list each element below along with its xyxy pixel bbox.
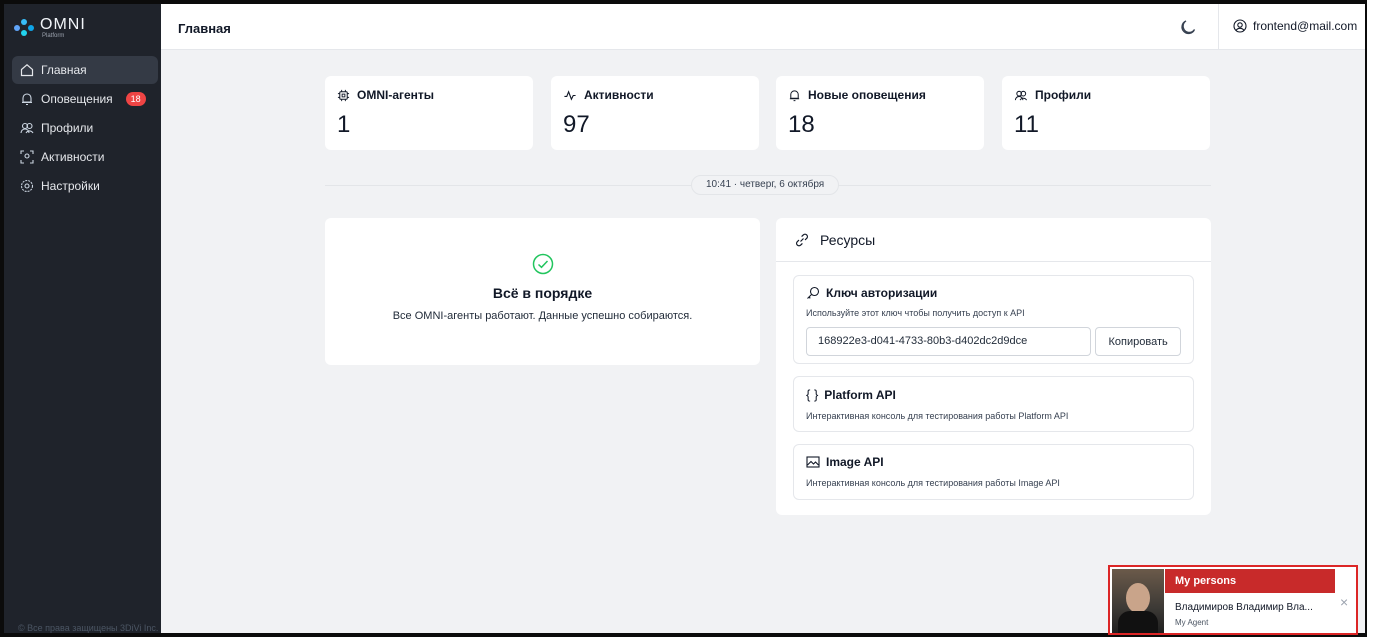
sidebar-item-notifications[interactable]: Оповещения 18 xyxy=(12,85,158,113)
sidebar-item-settings[interactable]: Настройки xyxy=(12,172,158,200)
home-icon xyxy=(20,63,34,77)
theme-toggle-button[interactable] xyxy=(1179,17,1199,37)
auth-key-field[interactable]: 168922e3-d041-4733-80b3-d402dc2d9dce xyxy=(806,327,1092,356)
stat-value: 11 xyxy=(1014,111,1039,138)
top-bar: Главная frontend@mail.com xyxy=(161,4,1365,50)
auth-key-title: Ключ авторизации xyxy=(826,286,938,300)
auth-key-section: Ключ авторизации Используйте этот ключ ч… xyxy=(793,275,1194,364)
stat-label: Активности xyxy=(584,88,654,102)
notification-toast[interactable]: My persons Владимиров Владимир Вла... My… xyxy=(1108,565,1358,635)
stat-label: OMNI-агенты xyxy=(357,88,435,102)
resources-card: Ресурсы Ключ авторизации Используйте это… xyxy=(776,218,1211,515)
date-label: 10:41 · четверг, 6 октября xyxy=(691,175,840,195)
image-api-description: Интерактивная консоль для тестирования р… xyxy=(806,478,1060,488)
logo-icon xyxy=(14,19,34,37)
resources-title: Ресурсы xyxy=(820,231,876,248)
platform-api-description: Интерактивная консоль для тестирования р… xyxy=(806,411,1069,421)
image-icon xyxy=(806,456,820,468)
stat-card-profiles[interactable]: Профили 11 xyxy=(1002,76,1210,150)
stat-value: 18 xyxy=(788,111,815,138)
stat-label: Профили xyxy=(1035,88,1092,102)
image-api-link[interactable]: Image API Интерактивная консоль для тест… xyxy=(793,444,1194,500)
sidebar-item-label: Профили xyxy=(41,121,94,135)
app-window: OMNI Platform Главная Оповещения 18 Проф… xyxy=(0,0,1367,637)
bell-icon xyxy=(789,89,800,101)
logo-subtext: Platform xyxy=(42,33,65,39)
sidebar-item-label: Активности xyxy=(41,150,105,164)
toast-person-name: Владимиров Владимир Вла... xyxy=(1175,602,1313,613)
platform-api-link[interactable]: { } Platform API Интерактивная консоль д… xyxy=(793,376,1194,432)
copyright-text: © Все права защищены 3DiVi Inc. xyxy=(18,623,159,633)
sidebar: OMNI Platform Главная Оповещения 18 Проф… xyxy=(4,4,161,633)
users-icon xyxy=(20,121,34,135)
moon-icon xyxy=(1181,20,1196,35)
notification-count-badge: 18 xyxy=(125,92,146,106)
sidebar-item-profiles[interactable]: Профили xyxy=(12,114,158,142)
stat-card-activities[interactable]: Активности 97 xyxy=(551,76,759,150)
toast-title: My persons xyxy=(1165,569,1335,593)
user-circle-icon xyxy=(1233,19,1247,33)
scan-face-icon xyxy=(20,150,34,164)
chip-icon xyxy=(337,89,350,101)
main-content: OMNI-агенты 1 Активности 97 Новые оповещ… xyxy=(161,50,1365,633)
stat-value: 1 xyxy=(337,111,351,138)
status-card: Всё в порядке Все OMNI-агенты работают. … xyxy=(325,218,760,365)
person-photo xyxy=(1112,569,1164,633)
image-api-title: Image API xyxy=(826,455,884,469)
logo[interactable]: OMNI Platform xyxy=(14,17,86,39)
status-title: Всё в порядке xyxy=(492,285,593,301)
user-email: frontend@mail.com xyxy=(1253,19,1358,33)
stat-label: Новые оповещения xyxy=(808,88,926,102)
sidebar-item-home[interactable]: Главная xyxy=(12,56,158,84)
auth-key-description: Используйте этот ключ чтобы получить дос… xyxy=(806,308,1025,318)
sidebar-nav: Главная Оповещения 18 Профили Активности… xyxy=(12,56,158,201)
sidebar-item-label: Главная xyxy=(41,63,87,77)
sidebar-item-label: Настройки xyxy=(41,179,100,193)
stat-card-agents[interactable]: OMNI-агенты 1 xyxy=(325,76,533,150)
link-icon xyxy=(796,233,808,246)
braces-icon: { } xyxy=(806,387,819,402)
page-title: Главная xyxy=(178,21,231,36)
sidebar-item-label: Оповещения xyxy=(41,92,113,106)
bell-icon xyxy=(20,92,34,106)
gear-icon xyxy=(20,179,34,193)
stat-card-notifications[interactable]: Новые оповещения 18 xyxy=(776,76,984,150)
users-icon xyxy=(1014,90,1028,100)
stat-value: 97 xyxy=(563,111,590,138)
key-icon xyxy=(807,286,820,299)
activity-icon xyxy=(564,89,576,101)
platform-api-title: Platform API xyxy=(824,387,896,402)
toast-agent-name: My Agent xyxy=(1175,618,1209,627)
close-icon[interactable]: × xyxy=(1340,594,1348,610)
user-menu[interactable]: frontend@mail.com xyxy=(1233,19,1357,33)
sidebar-item-activities[interactable]: Активности xyxy=(12,143,158,171)
header-divider xyxy=(1218,4,1219,50)
copy-button[interactable]: Копировать xyxy=(1095,327,1181,356)
status-text: Все OMNI-агенты работают. Данные успешно… xyxy=(392,310,693,322)
check-circle-icon xyxy=(532,253,554,275)
logo-text: OMNI xyxy=(40,16,86,33)
